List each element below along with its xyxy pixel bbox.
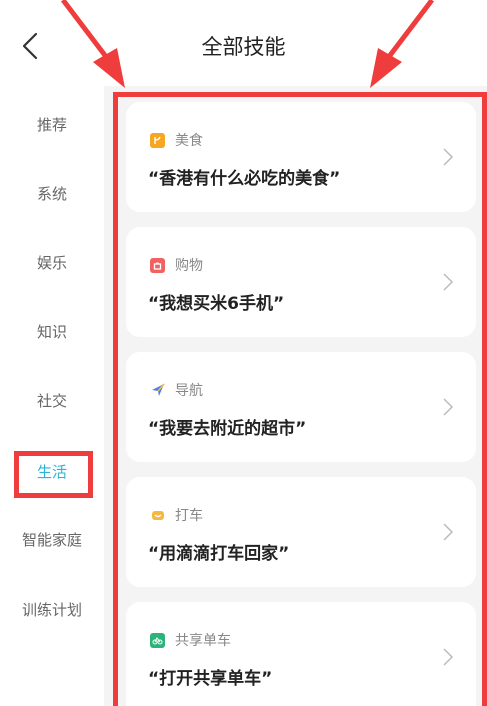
shopping-bag-icon	[150, 257, 165, 273]
header: 全部技能	[0, 0, 487, 86]
skill-card-shared-bike[interactable]: 共享单车 “打开共享单车”	[126, 602, 476, 706]
card-category-row: 共享单车	[150, 630, 231, 650]
card-category-label: 购物	[175, 258, 203, 274]
card-phrase: “我要去附近的超市”	[148, 419, 307, 439]
sidebar-item-training-plan[interactable]: 训练计划	[0, 599, 104, 620]
chevron-right-icon	[443, 648, 454, 666]
skill-card-food[interactable]: 美食 “香港有什么必吃的美食”	[126, 102, 476, 212]
chevron-right-icon	[443, 523, 454, 541]
card-category-label: 美食	[175, 133, 203, 149]
navigation-plane-icon	[150, 383, 165, 398]
sidebar-item-recommend[interactable]: 推荐	[0, 114, 104, 135]
sidebar-item-system[interactable]: 系统	[0, 183, 104, 204]
card-phrase: “打开共享单车”	[148, 669, 273, 689]
card-category-row: 美食	[150, 130, 203, 150]
sidebar-item-entertainment[interactable]: 娱乐	[0, 252, 104, 273]
card-category-label: 导航	[175, 383, 203, 399]
card-category-label: 共享单车	[175, 633, 231, 649]
sidebar-item-smart-home[interactable]: 智能家庭	[0, 529, 104, 550]
sidebar-item-social[interactable]: 社交	[0, 390, 104, 411]
category-sidebar: 推荐 系统 娱乐 知识 社交 生活 智能家庭 训练计划	[0, 86, 104, 706]
card-phrase: “用滴滴打车回家”	[148, 544, 290, 564]
taxi-icon	[150, 508, 165, 523]
card-category-label: 打车	[175, 508, 203, 524]
chevron-right-icon	[443, 148, 454, 166]
chevron-right-icon	[443, 398, 454, 416]
card-category-row: 导航	[150, 380, 203, 400]
card-phrase: “香港有什么必吃的美食”	[148, 169, 341, 189]
food-icon	[150, 132, 165, 148]
card-phrase: “我想买米6手机”	[148, 294, 285, 314]
sidebar-item-knowledge[interactable]: 知识	[0, 321, 104, 342]
bike-icon	[150, 632, 165, 648]
card-category-row: 打车	[150, 505, 203, 525]
skill-card-shopping[interactable]: 购物 “我想买米6手机”	[126, 227, 476, 337]
card-category-row: 购物	[150, 255, 203, 275]
chevron-right-icon	[443, 273, 454, 291]
sidebar-item-life[interactable]: 生活	[0, 461, 104, 482]
page-title: 全部技能	[201, 35, 286, 59]
skill-card-taxi[interactable]: 打车 “用滴滴打车回家”	[126, 477, 476, 587]
skill-card-navigation[interactable]: 导航 “我要去附近的超市”	[126, 352, 476, 462]
